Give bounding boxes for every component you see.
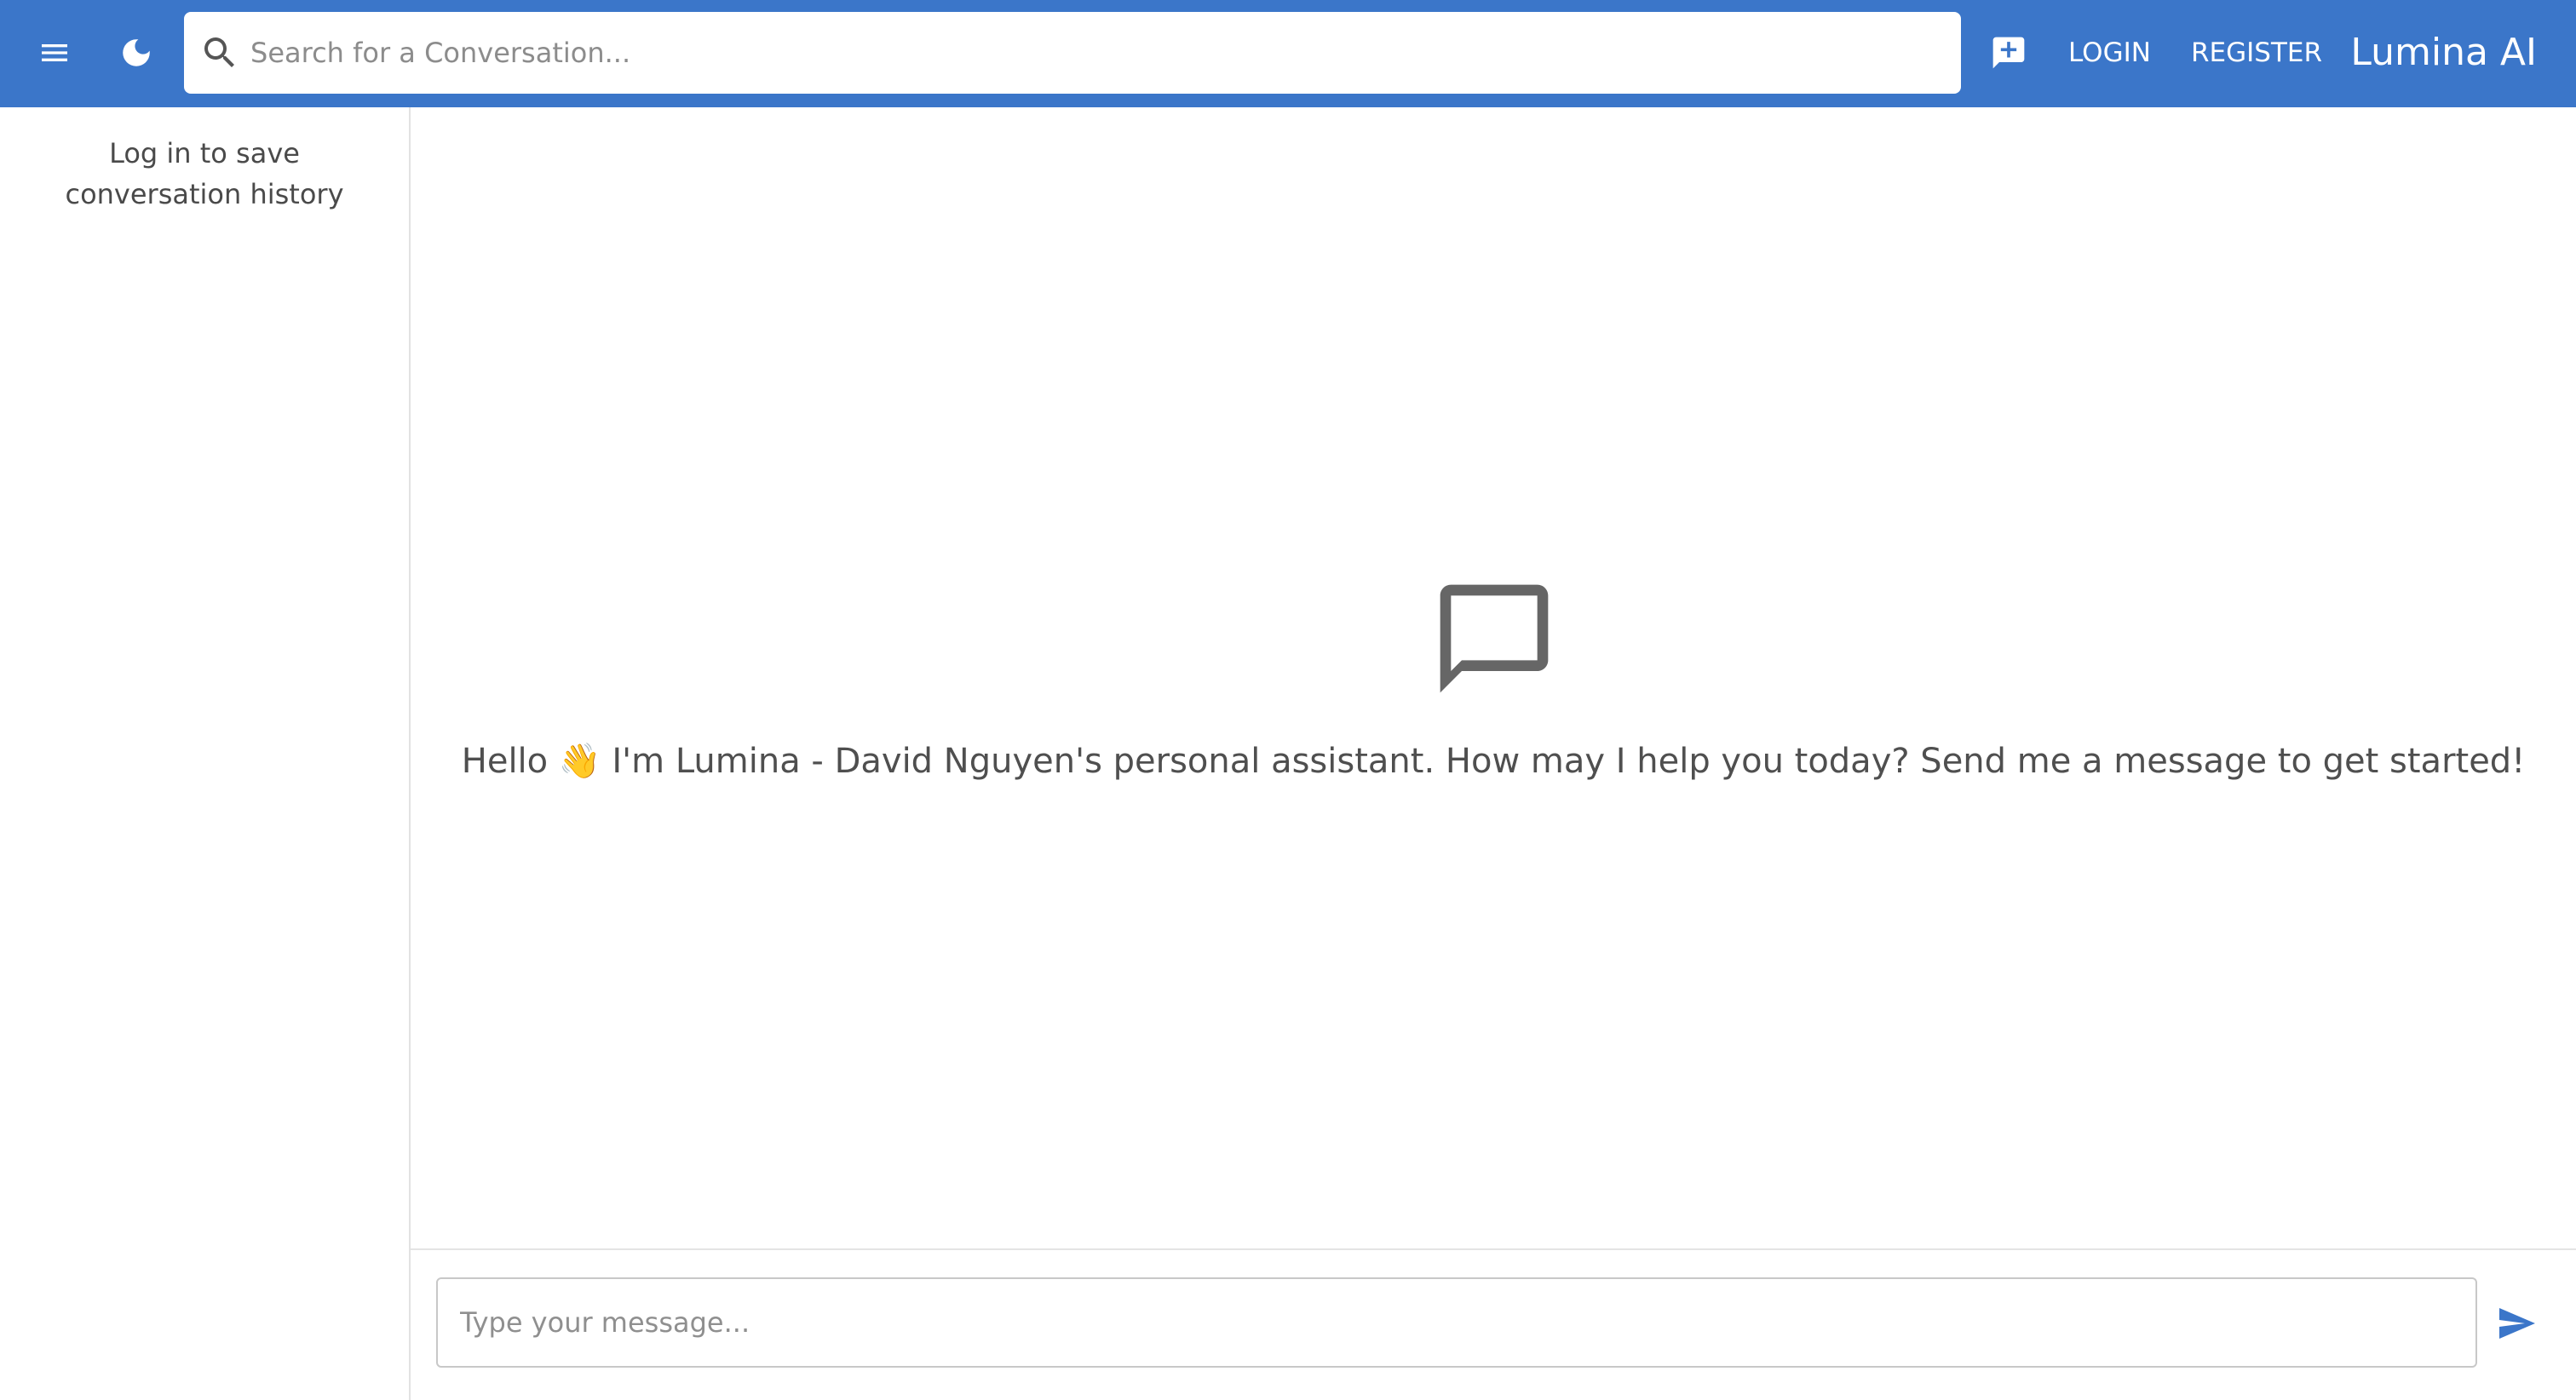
app-window: LOGIN REGISTER Lumina AI Log in to save … <box>0 0 2576 1400</box>
message-field <box>436 1277 2477 1368</box>
search-bar <box>184 12 1961 94</box>
new-chat-button[interactable] <box>1981 26 2036 80</box>
dark-mode-toggle[interactable] <box>109 26 164 80</box>
message-input[interactable] <box>460 1279 2453 1366</box>
search-input[interactable] <box>250 12 1937 94</box>
chat-area: Hello 👋 I'm Lumina - David Nguyen's pers… <box>411 107 2576 1400</box>
message-composer <box>411 1248 2576 1400</box>
dark-mode-moon-icon <box>123 39 150 66</box>
menu-button[interactable] <box>27 26 82 80</box>
chat-bubble-outline-icon <box>1440 584 1549 693</box>
search-icon <box>204 37 234 67</box>
top-app-bar: LOGIN REGISTER Lumina AI <box>0 0 2576 107</box>
register-button[interactable]: REGISTER <box>2191 26 2322 80</box>
login-button[interactable]: LOGIN <box>2068 26 2151 80</box>
send-icon <box>2499 1308 2535 1339</box>
welcome-message: Hello 👋 I'm Lumina - David Nguyen's pers… <box>461 742 2526 781</box>
new-chat-icon <box>1992 37 2025 69</box>
brand-title: Lumina AI <box>2350 31 2537 74</box>
login-hint-text: Log in to save conversation history <box>65 137 344 210</box>
send-button[interactable] <box>2489 1296 2544 1351</box>
conversation-sidebar: Log in to save conversation history <box>0 107 411 1400</box>
hamburger-menu-icon <box>42 44 67 61</box>
